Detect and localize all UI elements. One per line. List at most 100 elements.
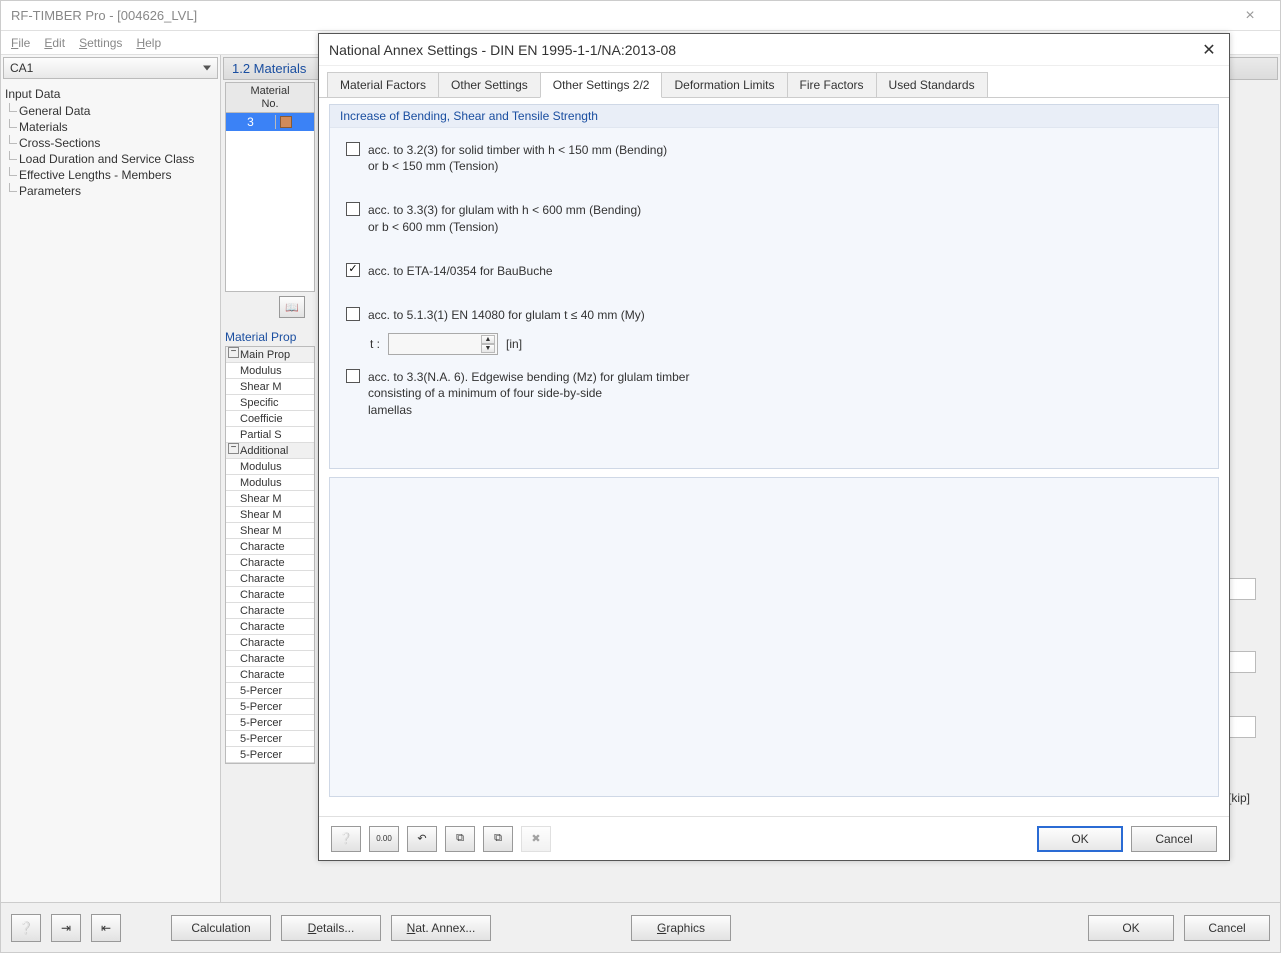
annex-dialog: National Annex Settings - DIN EN 1995-1-… — [318, 33, 1230, 861]
prop-row: Characte — [226, 635, 314, 651]
tree-node[interactable]: Load Duration and Service Class — [5, 151, 216, 167]
option-edgewise[interactable]: acc. to 3.3(N.A. 6). Edgewise bending (M… — [346, 369, 1202, 418]
reset-icon-button[interactable]: ↶ — [407, 826, 437, 852]
prop-row: 5-Percer — [226, 683, 314, 699]
checkbox[interactable] — [346, 142, 360, 156]
t-input-row: t : ▲ ▼ [in] — [370, 333, 1202, 355]
undo-icon: ↶ — [417, 832, 426, 845]
help-icon-button[interactable]: ❔ — [11, 914, 41, 942]
checkbox[interactable] — [346, 307, 360, 321]
tree-root[interactable]: Input Data — [5, 87, 216, 101]
tab-material-factors[interactable]: Material Factors — [327, 72, 439, 97]
menu-settings[interactable]: Settings — [79, 36, 122, 50]
prop-row: Characte — [226, 603, 314, 619]
prop-row: 5-Percer — [226, 747, 314, 763]
copy-left-icon-button[interactable]: ⧉ — [445, 826, 475, 852]
material-row[interactable]: 3 — [226, 113, 314, 131]
tab-deformation-limits[interactable]: Deformation Limits — [661, 72, 787, 97]
main-ok-button[interactable]: OK — [1088, 915, 1174, 941]
window-close-icon[interactable]: × — [1230, 7, 1270, 25]
spin-up-icon[interactable]: ▲ — [481, 335, 495, 344]
option-glulam[interactable]: acc. to 3.3(3) for glulam with h < 600 m… — [346, 202, 1202, 234]
prop-row: Coefficie — [226, 411, 314, 427]
nav-column: CA1 Input Data General Data Materials Cr… — [1, 55, 221, 902]
empty-groupbox — [329, 477, 1219, 797]
prop-group[interactable]: Main Prop — [226, 347, 314, 363]
option-label: consisting of a minimum of four side-by-… — [368, 386, 602, 400]
book-icon: 📖 — [285, 301, 299, 314]
import-icon-button[interactable]: ⇥ — [51, 914, 81, 942]
prop-row: Specific — [226, 395, 314, 411]
property-table[interactable]: Main Prop Modulus Shear M Specific Coeff… — [225, 346, 315, 764]
dialog-body: Increase of Bending, Shear and Tensile S… — [319, 98, 1229, 816]
checkbox[interactable] — [346, 369, 360, 383]
help-icon-button[interactable]: ❔ — [331, 826, 361, 852]
tab-other-settings[interactable]: Other Settings — [438, 72, 541, 97]
copy-right-icon-button[interactable]: ⧉ — [483, 826, 513, 852]
prop-row: Characte — [226, 667, 314, 683]
tree-node[interactable]: Parameters — [5, 183, 216, 199]
main-titlebar: RF-TIMBER Pro - [004626_LVL] × — [1, 1, 1280, 31]
option-label: or b < 150 mm (Tension) — [368, 159, 498, 173]
nat-annex-button[interactable]: Nat. Annex... — [391, 915, 491, 941]
tab-used-standards[interactable]: Used Standards — [876, 72, 988, 97]
prop-row: Characte — [226, 587, 314, 603]
prop-row: Characte — [226, 555, 314, 571]
main-window: RF-TIMBER Pro - [004626_LVL] × File Edit… — [0, 0, 1281, 953]
prop-row: Shear M — [226, 379, 314, 395]
tree-node[interactable]: Effective Lengths - Members — [5, 167, 216, 183]
checkbox[interactable] — [346, 263, 360, 277]
option-solid-timber[interactable]: acc. to 3.2(3) for solid timber with h <… — [346, 142, 1202, 174]
material-grid[interactable]: Material No. 3 — [225, 82, 315, 292]
prop-group[interactable]: Additional — [226, 443, 314, 459]
library-button[interactable]: 📖 — [279, 296, 305, 318]
prop-row: Modulus — [226, 459, 314, 475]
prop-row: 5-Percer — [226, 731, 314, 747]
case-combo[interactable]: CA1 — [3, 57, 218, 79]
prop-row: 5-Percer — [226, 699, 314, 715]
prop-row: 5-Percer — [226, 715, 314, 731]
spin-down-icon[interactable]: ▼ — [481, 344, 495, 353]
delete-icon: ✖ — [531, 832, 540, 845]
dialog-close-icon[interactable]: ✕ — [1199, 40, 1219, 60]
option-label: acc. to 5.1.3(1) EN 14080 for glulam t ≤… — [368, 307, 645, 323]
prop-row: Shear M — [226, 491, 314, 507]
spinner[interactable]: ▲ ▼ — [481, 335, 495, 353]
checkbox[interactable] — [346, 202, 360, 216]
option-label: acc. to 3.3(3) for glulam with h < 600 m… — [368, 203, 641, 217]
copy-left-icon: ⧉ — [456, 832, 464, 845]
menu-file[interactable]: File — [11, 36, 30, 50]
tab-fire-factors[interactable]: Fire Factors — [787, 72, 877, 97]
main-cancel-button[interactable]: Cancel — [1184, 915, 1270, 941]
option-baubuche[interactable]: acc. to ETA-14/0354 for BauBuche — [346, 263, 1202, 279]
calculation-button[interactable]: Calculation — [171, 915, 271, 941]
option-label: or b < 600 mm (Tension) — [368, 220, 498, 234]
help-icon: ❔ — [19, 921, 34, 935]
dialog-ok-button[interactable]: OK — [1037, 826, 1123, 852]
export-icon-button[interactable]: ⇤ — [91, 914, 121, 942]
menu-help[interactable]: Help — [136, 36, 161, 50]
option-label: lamellas — [368, 403, 412, 417]
tab-other-settings-2[interactable]: Other Settings 2/2 — [540, 72, 663, 98]
import-icon: ⇥ — [61, 921, 71, 935]
export-icon: ⇤ — [101, 921, 111, 935]
graphics-button[interactable]: Graphics — [631, 915, 731, 941]
: [in] — [506, 337, 522, 351]
t-numeric-input[interactable]: ▲ ▼ — [388, 333, 498, 355]
tree-node[interactable]: General Data — [5, 103, 216, 119]
dialog-cancel-button[interactable]: Cancel — [1131, 826, 1217, 852]
tree-node[interactable]: Cross-Sections — [5, 135, 216, 151]
option-label: acc. to 3.3(N.A. 6). Edgewise bending (M… — [368, 370, 689, 384]
prop-row: Shear M — [226, 507, 314, 523]
window-title: RF-TIMBER Pro - [004626_LVL] — [11, 8, 1230, 23]
details-button[interactable]: Details... — [281, 915, 381, 941]
tree-node[interactable]: Materials — [5, 119, 216, 135]
dialog-title: National Annex Settings - DIN EN 1995-1-… — [329, 42, 1199, 58]
option-en14080[interactable]: acc. to 5.1.3(1) EN 14080 for glulam t ≤… — [346, 307, 1202, 323]
case-combo-value: CA1 — [10, 61, 33, 75]
units-icon-button[interactable]: 0.00 — [369, 826, 399, 852]
material-color-icon — [280, 116, 292, 128]
material-grid-header: Material No. — [226, 83, 314, 113]
material-no: 3 — [226, 115, 276, 129]
menu-edit[interactable]: Edit — [44, 36, 65, 50]
